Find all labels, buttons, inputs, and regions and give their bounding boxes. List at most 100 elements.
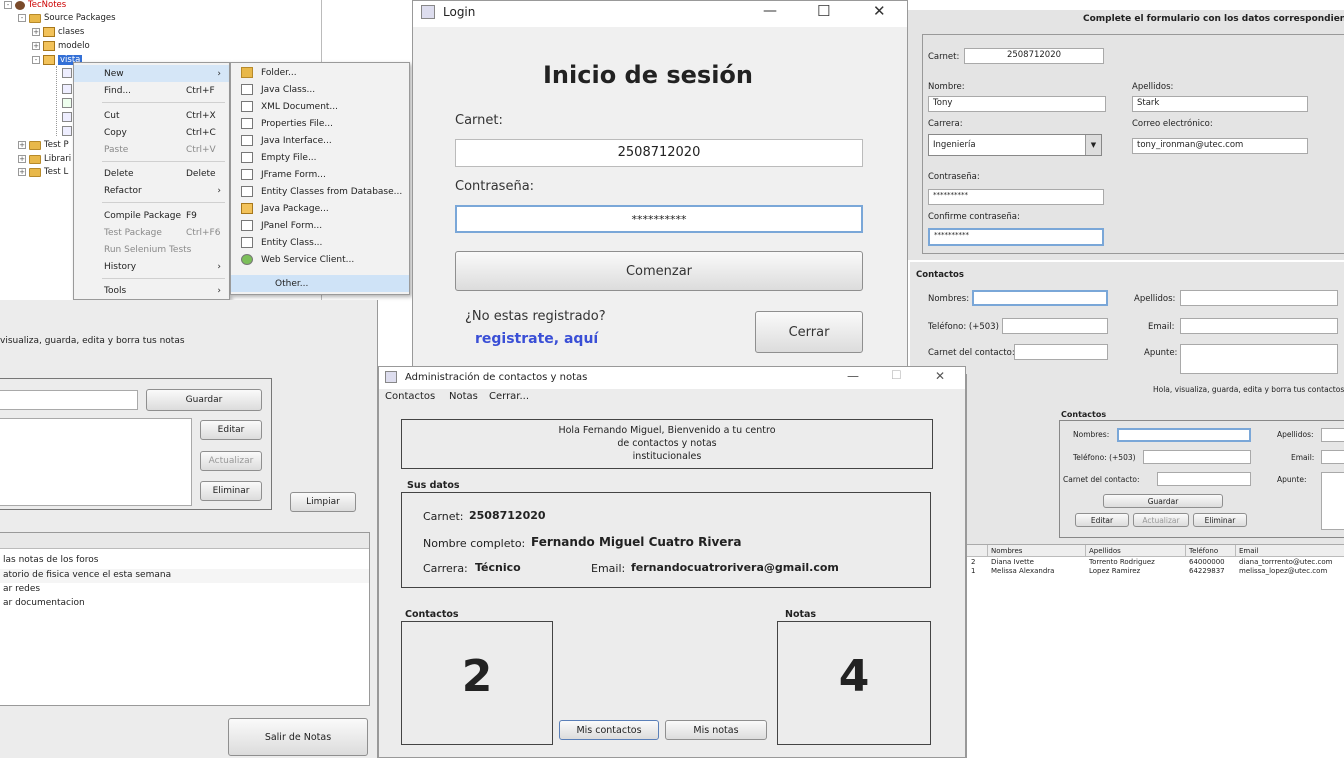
list-item[interactable]: ar documentacion bbox=[3, 598, 85, 608]
close-button[interactable]: ✕ bbox=[873, 2, 886, 20]
correo-field[interactable]: tony_ironman@utec.com bbox=[1132, 138, 1308, 154]
apellidos-input[interactable] bbox=[1180, 290, 1338, 306]
submenu-jframe-form[interactable]: JFrame Form... bbox=[231, 166, 409, 183]
tree-node-modelo[interactable]: + modelo bbox=[32, 41, 90, 51]
expand-icon[interactable]: + bbox=[18, 155, 26, 163]
nombre-field[interactable]: Tony bbox=[928, 96, 1106, 112]
column-header[interactable]: Email bbox=[1239, 547, 1258, 555]
submenu-jpanel-form[interactable]: JPanel Form... bbox=[231, 217, 409, 234]
carrera-select[interactable]: Ingeniería ▼ bbox=[928, 134, 1102, 156]
apellidos-field[interactable]: Stark bbox=[1132, 96, 1308, 112]
menu-notas[interactable]: Notas bbox=[449, 391, 478, 402]
menu-item-run-selenium[interactable]: Run Selenium Tests bbox=[74, 241, 229, 258]
submenu-web-service-client[interactable]: Web Service Client... bbox=[231, 251, 409, 268]
menu-item-tools[interactable]: Tools › bbox=[74, 282, 229, 299]
nota-content-textarea[interactable] bbox=[0, 418, 192, 506]
guardar-contacto-button[interactable]: Guardar bbox=[1103, 494, 1223, 508]
expand-icon[interactable]: + bbox=[32, 28, 40, 36]
eliminar-contacto-button[interactable]: Eliminar bbox=[1193, 513, 1247, 527]
telefono-label: Teléfono: (+503) bbox=[1073, 453, 1136, 462]
email-input[interactable] bbox=[1180, 318, 1338, 334]
tree-node-libraries[interactable]: + Librari bbox=[18, 154, 71, 164]
nombres-input[interactable] bbox=[972, 290, 1108, 306]
start-button[interactable]: Comenzar bbox=[455, 251, 863, 291]
editar-contacto-button[interactable]: Editar bbox=[1075, 513, 1129, 527]
expand-icon[interactable]: + bbox=[32, 42, 40, 50]
password-field[interactable]: ********** bbox=[928, 189, 1104, 205]
menu-item-test-package[interactable]: Test Package Ctrl+F6 bbox=[74, 224, 229, 241]
submenu-entity-class[interactable]: Entity Class... bbox=[231, 234, 409, 251]
list-item[interactable]: atorio de fisica vence el esta semana bbox=[3, 570, 171, 580]
menu-item-compile-package[interactable]: Compile Package F9 bbox=[74, 207, 229, 224]
minimize-button[interactable]: — bbox=[847, 369, 859, 383]
maximize-button[interactable]: ☐ bbox=[891, 368, 902, 382]
tree-node-clases[interactable]: + clases bbox=[32, 27, 84, 37]
column-header[interactable]: Teléfono bbox=[1189, 547, 1218, 555]
telefono-input[interactable] bbox=[1002, 318, 1108, 334]
collapse-icon[interactable]: - bbox=[18, 14, 26, 22]
apellidos-input[interactable] bbox=[1321, 428, 1344, 442]
carnet-contacto-input[interactable] bbox=[1014, 344, 1108, 360]
menu-cerrar[interactable]: Cerrar... bbox=[489, 391, 529, 402]
close-button[interactable]: ✕ bbox=[935, 369, 945, 383]
menu-item-history[interactable]: History › bbox=[74, 258, 229, 275]
guardar-button[interactable]: Guardar bbox=[146, 389, 262, 411]
apunte-input[interactable] bbox=[1180, 344, 1338, 374]
close-login-button[interactable]: Cerrar bbox=[755, 311, 863, 353]
editar-button[interactable]: Editar bbox=[200, 420, 262, 440]
menu-item-new[interactable]: New › bbox=[74, 65, 229, 82]
menu-item-delete[interactable]: Delete Delete bbox=[74, 165, 229, 182]
submenu-entity-classes-db[interactable]: Entity Classes from Database... bbox=[231, 183, 409, 200]
list-item[interactable]: las notas de los foros bbox=[3, 555, 98, 565]
tree-node-test-packages[interactable]: + Test P bbox=[18, 140, 69, 150]
collapse-icon[interactable]: - bbox=[32, 56, 40, 64]
menu-item-paste[interactable]: Paste Ctrl+V bbox=[74, 141, 229, 158]
expand-icon[interactable]: + bbox=[18, 168, 26, 176]
maximize-button[interactable]: ☐ bbox=[817, 2, 830, 20]
password-input[interactable]: ********** bbox=[455, 205, 863, 233]
nombres-input[interactable] bbox=[1117, 428, 1251, 442]
carnet-input[interactable]: 2508712020 bbox=[455, 139, 863, 167]
actualizar-button[interactable]: Actualizar bbox=[200, 451, 262, 471]
column-header[interactable]: Nombres bbox=[991, 547, 1022, 555]
expand-icon[interactable]: + bbox=[18, 141, 26, 149]
dropdown-arrow-icon[interactable]: ▼ bbox=[1085, 135, 1101, 155]
apunte-input[interactable] bbox=[1321, 472, 1344, 530]
mis-notas-button[interactable]: Mis notas bbox=[665, 720, 767, 740]
carnet-contacto-input[interactable] bbox=[1157, 472, 1251, 486]
table-row[interactable]: 1 Melissa Alexandra Lopez Ramirez 642298… bbox=[967, 567, 1344, 576]
tree-node-source-packages[interactable]: - Source Packages bbox=[18, 13, 116, 23]
salir-notas-button[interactable]: Salir de Notas bbox=[228, 718, 368, 756]
menu-item-cut[interactable]: Cut Ctrl+X bbox=[74, 107, 229, 124]
menu-contactos[interactable]: Contactos bbox=[385, 391, 435, 402]
menu-item-refactor[interactable]: Refactor › bbox=[74, 182, 229, 199]
confirm-password-field[interactable]: ********** bbox=[928, 228, 1104, 246]
menu-item-find[interactable]: Find... Ctrl+F bbox=[74, 82, 229, 99]
email-input[interactable] bbox=[1321, 450, 1344, 464]
carnet-field[interactable]: 2508712020 bbox=[964, 48, 1104, 64]
submenu-properties-file[interactable]: Properties File... bbox=[231, 115, 409, 132]
minimize-button[interactable]: — bbox=[763, 3, 777, 19]
mis-contactos-button[interactable]: Mis contactos bbox=[559, 720, 659, 740]
tree-node-project[interactable]: - TecNotes bbox=[4, 0, 66, 10]
actualizar-contacto-button[interactable]: Actualizar bbox=[1133, 513, 1189, 527]
telefono-input[interactable] bbox=[1143, 450, 1251, 464]
database-icon bbox=[241, 186, 253, 197]
submenu-java-package[interactable]: Java Package... bbox=[231, 200, 409, 217]
nota-title-input[interactable] bbox=[0, 390, 138, 410]
submenu-java-interface[interactable]: Java Interface... bbox=[231, 132, 409, 149]
list-item[interactable]: ar redes bbox=[3, 584, 40, 594]
eliminar-button[interactable]: Eliminar bbox=[200, 481, 262, 501]
submenu-java-class[interactable]: Java Class... bbox=[231, 81, 409, 98]
submenu-empty-file[interactable]: Empty File... bbox=[231, 149, 409, 166]
table-row[interactable]: 2 Diana Ivette Torrento Rodriguez 640000… bbox=[967, 558, 1344, 567]
menu-item-copy[interactable]: Copy Ctrl+C bbox=[74, 124, 229, 141]
limpiar-button[interactable]: Limpiar bbox=[290, 492, 356, 512]
register-link[interactable]: registrate, aquí bbox=[475, 331, 598, 347]
tree-node-test-libraries[interactable]: + Test L bbox=[18, 167, 68, 177]
column-header[interactable]: Apellidos bbox=[1089, 547, 1121, 555]
submenu-other[interactable]: Other... bbox=[231, 275, 409, 292]
submenu-xml-document[interactable]: XML Document... bbox=[231, 98, 409, 115]
collapse-icon[interactable]: - bbox=[4, 1, 12, 9]
submenu-folder[interactable]: Folder... bbox=[231, 64, 409, 81]
